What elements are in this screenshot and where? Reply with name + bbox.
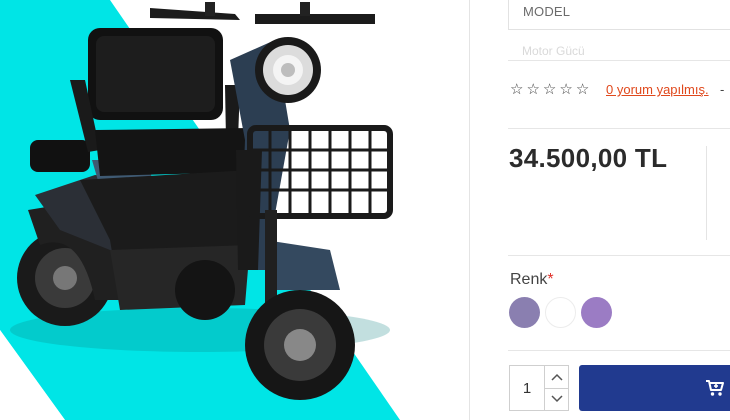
color-option-label: Renk*	[510, 271, 554, 289]
quantity-stepper[interactable]: 1	[509, 365, 569, 411]
color-swatches	[509, 297, 612, 328]
divider-price	[508, 255, 730, 256]
divider-variant	[508, 350, 730, 351]
price-divider	[706, 146, 707, 240]
product-image[interactable]	[0, 0, 470, 420]
model-label: MODEL	[523, 4, 571, 19]
color-label-text: Renk	[510, 271, 548, 288]
color-swatch-lavender[interactable]	[581, 297, 612, 328]
divider-top	[508, 60, 730, 61]
star-rating[interactable]: ☆ ☆ ☆ ☆ ☆	[510, 80, 589, 100]
star-icon[interactable]: ☆	[543, 80, 556, 100]
color-swatch-white[interactable]	[545, 297, 576, 328]
star-icon[interactable]: ☆	[526, 80, 539, 100]
model-sub-label: Motor Gücü	[522, 44, 585, 58]
scooter-illustration	[0, 0, 400, 420]
quantity-increase-button[interactable]	[545, 366, 568, 388]
review-count-link[interactable]: 0 yorum yapılmış.	[606, 82, 709, 97]
model-row: MODEL	[508, 0, 730, 30]
color-swatch-lilac-gray[interactable]	[509, 297, 540, 328]
panel-divider	[469, 0, 470, 420]
star-icon[interactable]: ☆	[510, 80, 523, 100]
quantity-input[interactable]: 1	[510, 366, 545, 410]
chevron-down-icon	[550, 395, 563, 403]
quantity-decrease-button[interactable]	[545, 387, 568, 411]
star-icon[interactable]: ☆	[559, 80, 572, 100]
star-icon[interactable]: ☆	[576, 80, 589, 100]
rating-separator: -	[720, 82, 725, 97]
divider-rating	[508, 128, 730, 129]
chevron-up-icon	[550, 373, 563, 381]
product-price: 34.500,00 TL	[509, 143, 668, 173]
required-mark: *	[547, 271, 554, 288]
add-to-cart-button[interactable]	[579, 365, 730, 411]
cart-icon	[706, 380, 724, 396]
